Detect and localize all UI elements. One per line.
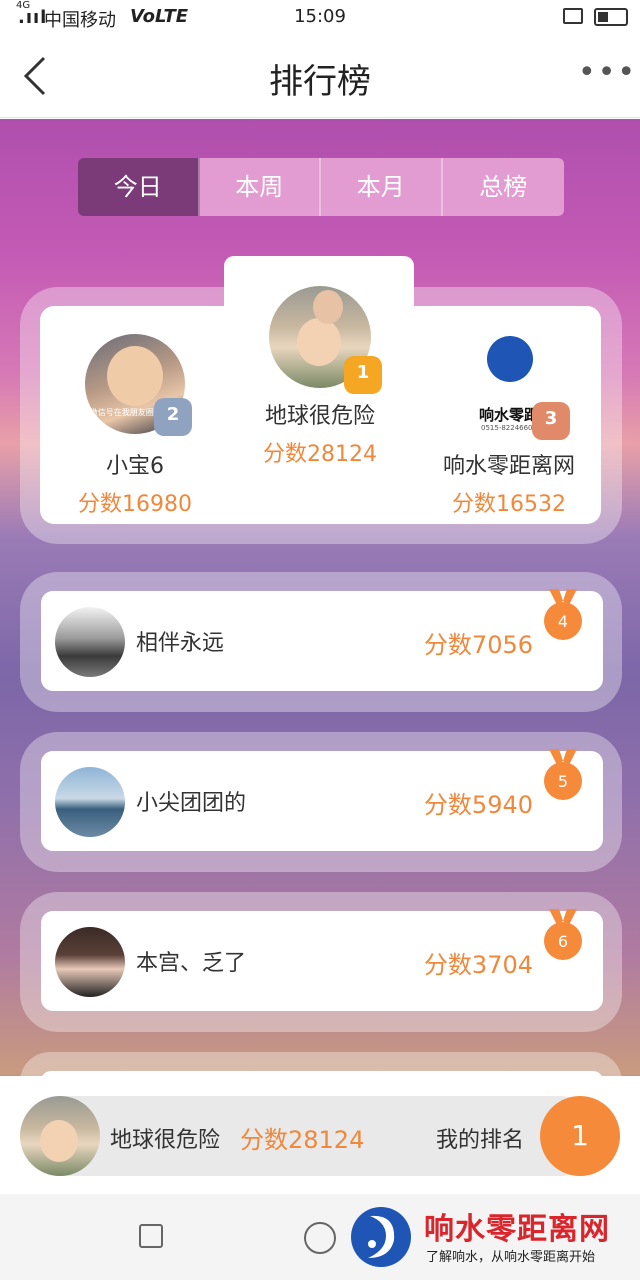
- rank-number: 6: [558, 932, 568, 951]
- tab-month[interactable]: 本月: [321, 158, 443, 216]
- rank-score: 分数7056: [423, 631, 533, 659]
- home-icon[interactable]: [304, 1222, 336, 1254]
- my-rank-position: 1: [540, 1096, 620, 1176]
- table-row[interactable]: 本宫、乏了 分数3704 6: [41, 909, 603, 1011]
- watermark-title: 响水零距离网: [424, 1212, 610, 1247]
- rank-name: 小尖团团的: [136, 791, 247, 816]
- rank-badge-icon: 5: [544, 749, 582, 800]
- my-score: 分数28124: [240, 1126, 365, 1154]
- cast-icon: [563, 8, 583, 24]
- podium-first[interactable]: 1 地球很危险 分数28124: [240, 286, 400, 468]
- recent-apps-icon[interactable]: [139, 1224, 163, 1248]
- avatar-face: [107, 346, 163, 406]
- avatar: [55, 767, 125, 837]
- rank-badge-icon: 4: [544, 589, 582, 640]
- clock: 15:09: [294, 6, 346, 27]
- podium-third-name: 响水零距离网: [442, 454, 575, 479]
- avatar-face: [297, 318, 341, 366]
- avatar-face: [40, 1120, 78, 1162]
- rank-score: 分数5940: [423, 791, 533, 819]
- rank-1-medal: 1: [344, 356, 382, 394]
- rank-3-medal: 3: [532, 402, 570, 440]
- podium-second-name: 小宝6: [106, 454, 164, 479]
- my-name: 地球很危险: [110, 1128, 221, 1153]
- tab-today[interactable]: 今日: [78, 158, 200, 216]
- podium-third[interactable]: 响水零距 0515-82246600 3 响水零距离网 分数16532: [432, 334, 586, 518]
- my-rank-panel: 地球很危险 分数28124 我的排名 1: [0, 1076, 640, 1194]
- battery-icon: [594, 8, 628, 26]
- table-row[interactable]: 小尖团团的 分数5940 5: [41, 749, 603, 851]
- rank-name: 相伴永远: [136, 631, 225, 656]
- rank-2-medal: 2: [154, 398, 192, 436]
- watermark-logo-icon: [351, 1207, 411, 1267]
- more-dots-icon[interactable]: •••: [578, 58, 635, 88]
- avatar: [55, 607, 125, 677]
- page-title: 排行榜: [269, 62, 371, 102]
- tab-week[interactable]: 本周: [199, 158, 321, 216]
- my-rank-label: 我的排名: [436, 1128, 525, 1153]
- watermark-subtitle: 了解响水，从响水零距离开始: [426, 1250, 596, 1265]
- rank-score: 分数3704: [423, 951, 533, 979]
- rank-number: 4: [558, 612, 568, 631]
- table-row[interactable]: 相伴永远 分数7056 4: [41, 589, 603, 691]
- rank-number: 5: [558, 772, 568, 791]
- podium-second[interactable]: 微信号在我朋友圈 人好事 2 小宝6 分数16980: [60, 334, 210, 518]
- podium-third-score: 分数16532: [452, 492, 566, 517]
- rank-name: 本宫、乏了: [136, 951, 247, 976]
- logo-circle: [487, 336, 533, 382]
- podium-second-score: 分数16980: [78, 492, 192, 517]
- podium-first-score: 分数28124: [263, 442, 377, 467]
- podium-first-name: 地球很危险: [264, 404, 375, 429]
- avatar-face-2: [313, 290, 343, 324]
- avatar: [55, 927, 125, 997]
- avatar: [20, 1096, 100, 1176]
- rank-badge-icon: 6: [544, 909, 582, 960]
- tab-total[interactable]: 总榜: [442, 158, 564, 216]
- status-bar: .ııl 4G 中国移动 VoLTE 15:09: [0, 0, 640, 36]
- title-bar: 排行榜 •••: [0, 36, 640, 118]
- period-tabs: 今日 本周 本月 总榜: [78, 158, 564, 216]
